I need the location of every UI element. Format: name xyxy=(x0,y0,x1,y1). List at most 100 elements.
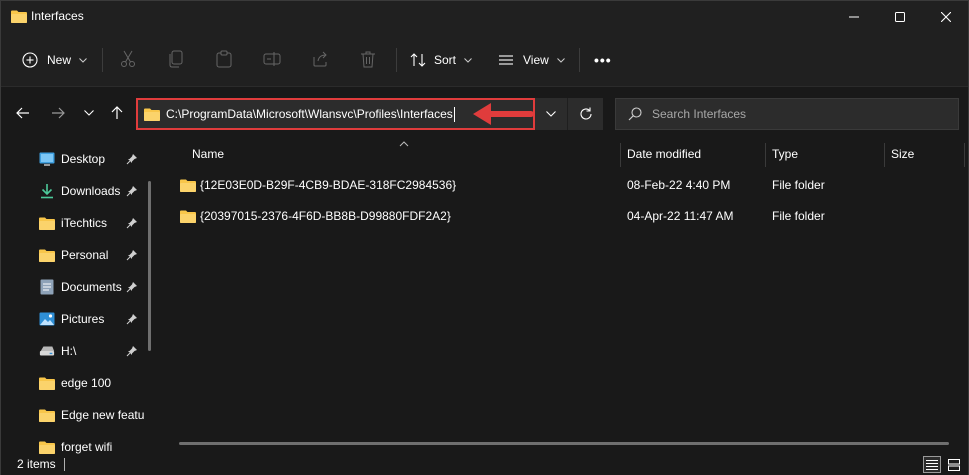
search-icon xyxy=(628,107,642,121)
paste-button[interactable] xyxy=(213,48,235,70)
sidebar-item-forget-wifi[interactable]: forget wifi xyxy=(1,431,151,454)
copy-button[interactable] xyxy=(165,48,187,70)
minimize-button[interactable] xyxy=(831,1,877,33)
file-list: Name Date modified Type Size {12E03E0D-B… xyxy=(161,141,968,454)
sidebar-item-h-drive[interactable]: H:\ xyxy=(1,335,151,367)
folder-icon xyxy=(180,210,196,226)
desktop-icon xyxy=(39,151,55,167)
sidebar-item-label: edge 100 xyxy=(61,376,112,390)
status-divider xyxy=(64,458,65,471)
details-view-icon xyxy=(926,460,938,470)
column-header-type[interactable]: Type xyxy=(772,141,798,167)
window-title: Interfaces xyxy=(31,9,84,23)
item-count: 2 items xyxy=(17,457,56,471)
pin-icon[interactable] xyxy=(126,345,138,357)
download-icon xyxy=(39,183,55,199)
share-button[interactable] xyxy=(309,48,331,70)
copy-icon xyxy=(169,50,183,68)
column-divider[interactable] xyxy=(964,143,965,167)
pin-icon[interactable] xyxy=(126,217,138,229)
command-bar: New Sort View ••• xyxy=(1,33,968,87)
delete-button[interactable] xyxy=(357,48,379,70)
minimize-icon xyxy=(849,16,859,18)
toolbar-divider xyxy=(396,48,397,72)
maximize-icon xyxy=(895,12,905,22)
file-date-modified: 08-Feb-22 4:40 PM xyxy=(627,178,731,192)
paste-icon xyxy=(216,50,232,68)
up-button[interactable] xyxy=(105,101,129,125)
table-row[interactable]: {20397015-2376-4F6D-BB8B-D99880FDF2A2} 0… xyxy=(178,203,958,231)
more-options-label: ••• xyxy=(594,52,612,68)
address-path[interactable]: C:\ProgramData\Microsoft\Wlansvc\Profile… xyxy=(166,107,453,121)
close-button[interactable] xyxy=(923,1,969,33)
status-bar: 2 items xyxy=(1,454,968,475)
sort-button[interactable]: Sort xyxy=(410,46,472,74)
column-header-date-modified[interactable]: Date modified xyxy=(627,141,701,167)
red-arrow-annotation-icon xyxy=(473,103,533,125)
sidebar-item-documents[interactable]: Documents xyxy=(1,271,151,303)
forward-button[interactable] xyxy=(46,101,70,125)
search-input[interactable]: Search Interfaces xyxy=(615,98,959,130)
chevron-down-icon xyxy=(84,110,94,116)
sidebar-item-label: forget wifi xyxy=(61,440,113,454)
share-icon xyxy=(313,51,327,67)
rename-button[interactable] xyxy=(261,48,283,70)
maximize-button[interactable] xyxy=(877,1,923,33)
table-row[interactable]: {12E03E0D-B29F-4CB9-BDAE-318FC2984536} 0… xyxy=(178,172,958,200)
folder-icon xyxy=(39,247,55,263)
new-label: New xyxy=(47,53,72,67)
trash-icon xyxy=(361,51,375,68)
pin-icon[interactable] xyxy=(126,249,138,261)
folder-icon xyxy=(11,10,27,26)
back-button[interactable] xyxy=(11,101,35,125)
sidebar-item-desktop[interactable]: Desktop xyxy=(1,143,151,175)
sort-label: Sort xyxy=(434,53,457,67)
sidebar-item-itechtics[interactable]: iTechtics xyxy=(1,207,151,239)
folder-icon xyxy=(39,375,55,391)
file-name: {20397015-2376-4F6D-BB8B-D99880FDF2A2} xyxy=(200,209,451,223)
sidebar-item-label: Edge new featu xyxy=(61,408,145,422)
pin-icon[interactable] xyxy=(126,281,138,293)
chevron-down-icon xyxy=(546,111,556,117)
drive-icon xyxy=(39,343,55,359)
folder-icon xyxy=(39,215,55,231)
column-divider[interactable] xyxy=(620,143,621,167)
sidebar-item-edge-new-features[interactable]: Edge new featu xyxy=(1,399,151,431)
plus-circle-icon xyxy=(22,52,38,68)
file-name: {12E03E0D-B29F-4CB9-BDAE-318FC2984536} xyxy=(200,178,457,192)
arrow-up-icon xyxy=(111,106,123,119)
sort-ascending-icon xyxy=(399,141,409,147)
horizontal-scrollbar[interactable] xyxy=(179,442,949,445)
column-divider[interactable] xyxy=(765,143,766,167)
sidebar-item-pictures[interactable]: Pictures xyxy=(1,303,151,335)
recent-locations-button[interactable] xyxy=(77,101,101,125)
more-options-button[interactable]: ••• xyxy=(594,46,612,74)
sidebar-scrollbar[interactable] xyxy=(148,181,151,351)
navigation-bar: C:\ProgramData\Microsoft\Wlansvc\Profile… xyxy=(1,88,968,140)
sidebar-item-edge-100[interactable]: edge 100 xyxy=(1,367,151,399)
column-divider[interactable] xyxy=(884,143,885,167)
column-header-name[interactable]: Name xyxy=(192,141,224,167)
column-header-size[interactable]: Size xyxy=(891,141,914,167)
cut-button[interactable] xyxy=(117,48,139,70)
details-view-button[interactable] xyxy=(923,456,941,473)
view-label: View xyxy=(523,53,549,67)
chevron-down-icon xyxy=(556,57,565,63)
pin-icon[interactable] xyxy=(126,153,138,165)
pin-icon[interactable] xyxy=(126,185,138,197)
refresh-button[interactable] xyxy=(567,98,603,130)
address-history-dropdown[interactable] xyxy=(535,98,567,130)
sidebar-item-downloads[interactable]: Downloads xyxy=(1,175,151,207)
toolbar-divider xyxy=(579,48,580,72)
arrow-right-icon xyxy=(52,107,65,119)
file-date-modified: 04-Apr-22 11:47 AM xyxy=(627,209,734,223)
sidebar-item-personal[interactable]: Personal xyxy=(1,239,151,271)
arrow-left-icon xyxy=(16,107,29,119)
tiles-view-button[interactable] xyxy=(945,456,963,473)
pin-icon[interactable] xyxy=(126,313,138,325)
folder-icon xyxy=(180,179,196,195)
view-button[interactable]: View xyxy=(498,46,565,74)
refresh-icon xyxy=(580,107,592,120)
folder-icon xyxy=(39,407,55,423)
new-button[interactable]: New xyxy=(22,46,87,74)
